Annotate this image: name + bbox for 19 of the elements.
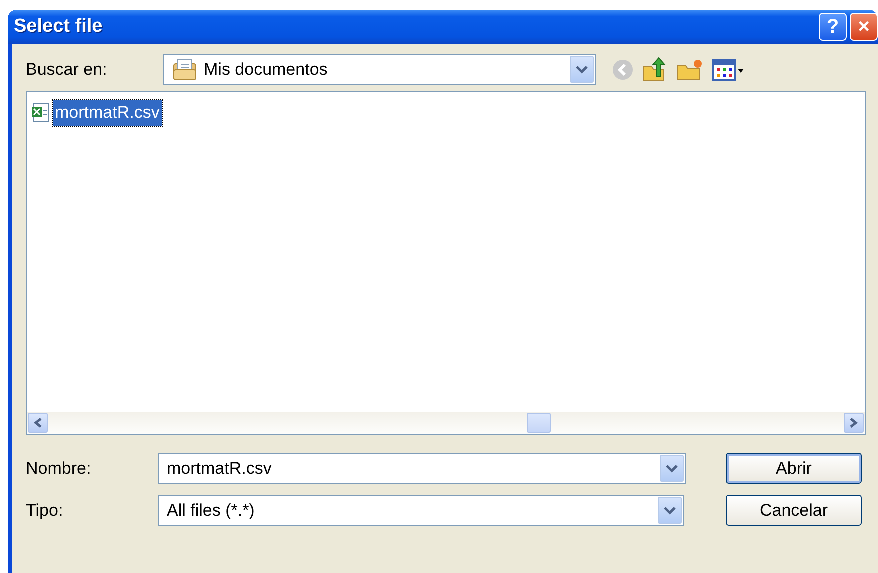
file-type-label: Tipo: [26,500,64,522]
new-folder-icon[interactable] [676,58,704,82]
file-type-value: All files (*.*) [167,500,256,522]
scroll-right-button[interactable] [844,413,864,433]
file-name-label: Nombre: [26,458,92,480]
file-type-dropdown[interactable]: All files (*.*) [158,495,684,526]
scroll-left-button[interactable] [28,413,48,433]
open-button[interactable]: Abrir [726,453,862,484]
window-title: Select file [14,14,104,39]
look-in-label: Buscar en: [26,58,108,81]
cancel-button[interactable]: Cancelar [726,495,862,526]
spreadsheet-file-icon [31,102,51,123]
view-menu-icon[interactable] [712,58,746,80]
look-in-value: Mis documentos [204,58,329,81]
scrollbar-thumb[interactable] [527,413,551,433]
file-item[interactable]: mortmatR.csv [53,100,162,126]
look-in-dropdown[interactable]: Mis documentos [163,54,596,85]
file-name-field[interactable]: mortmatR.csv [158,453,686,484]
up-folder-icon[interactable] [642,56,668,82]
